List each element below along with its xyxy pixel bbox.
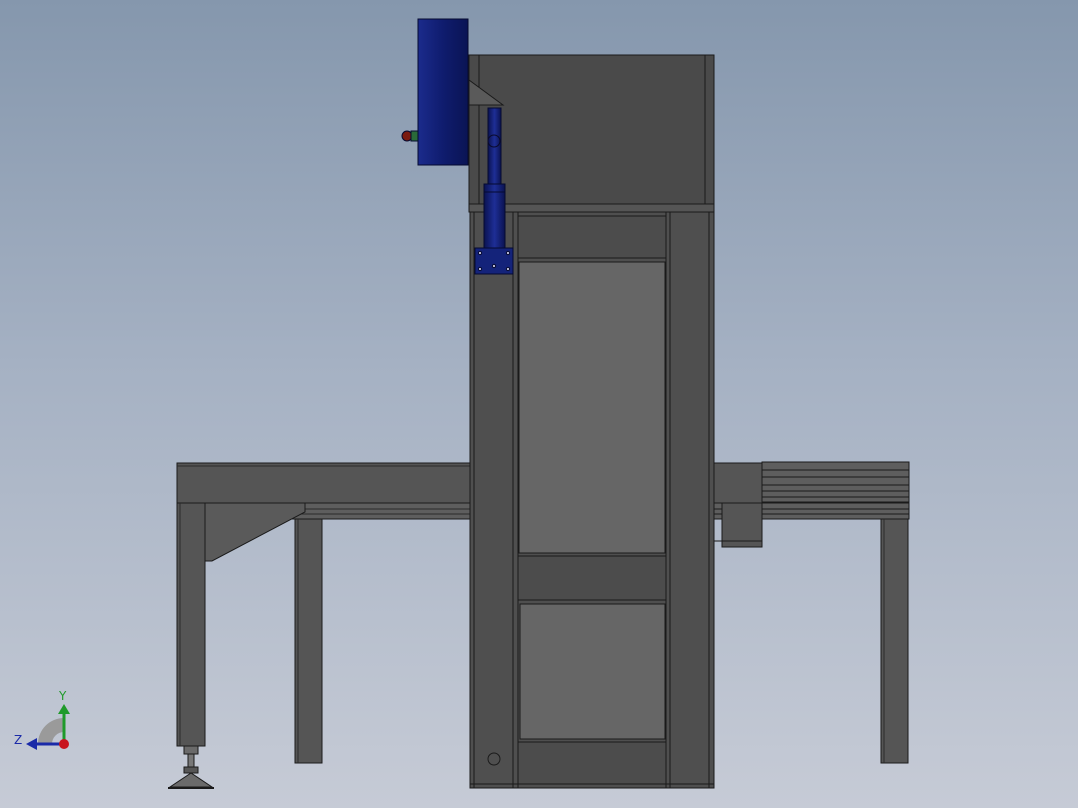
leveling-foot-bolt bbox=[183, 745, 199, 755]
actuator-cylinder bbox=[483, 183, 506, 249]
motor-housing bbox=[417, 18, 469, 166]
left-conveyor-top-beam bbox=[176, 462, 471, 504]
tower-left-post bbox=[469, 211, 519, 789]
left-gusset bbox=[204, 502, 306, 562]
housing-base-plate bbox=[468, 203, 715, 213]
right-conveyor bbox=[713, 461, 910, 764]
top-cross-member bbox=[517, 215, 667, 259]
z-axis-label: Z bbox=[14, 733, 22, 747]
tower-right-post bbox=[665, 211, 715, 789]
top-housing bbox=[468, 54, 715, 213]
model-view: Y Z bbox=[14, 18, 910, 789]
tower-frame bbox=[469, 211, 715, 789]
motor-assembly bbox=[401, 18, 469, 166]
y-axis-label: Y bbox=[58, 689, 67, 703]
left-leg-inner bbox=[294, 518, 323, 764]
x-axis-dot bbox=[59, 739, 69, 749]
right-conveyor-top-beam bbox=[713, 462, 763, 504]
right-leg bbox=[880, 518, 909, 764]
cad-viewport[interactable]: Y Z bbox=[0, 0, 1078, 808]
leveling-foot-pad bbox=[168, 772, 214, 788]
triad-arc bbox=[38, 718, 64, 744]
left-leg-outer bbox=[176, 502, 206, 747]
upper-window-panel bbox=[518, 261, 666, 554]
right-bracket bbox=[721, 502, 763, 548]
housing-box bbox=[468, 54, 715, 205]
lower-window-panel bbox=[519, 603, 666, 740]
middle-cross-member bbox=[517, 555, 667, 601]
bottom-cross-member bbox=[517, 741, 667, 785]
right-conveyor-profile bbox=[761, 461, 910, 503]
orientation-triad: Y Z bbox=[14, 689, 70, 750]
left-conveyor bbox=[168, 462, 471, 789]
